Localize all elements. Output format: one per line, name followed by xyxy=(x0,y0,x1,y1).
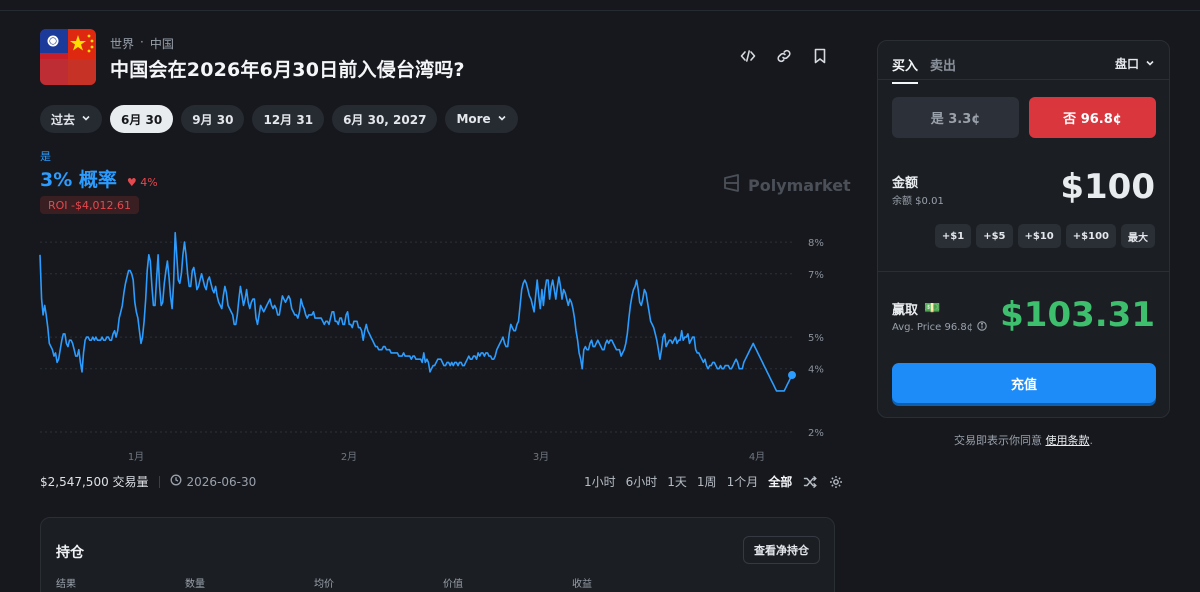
header-actions xyxy=(738,46,830,66)
chart-grid xyxy=(40,241,795,433)
polymarket-logo-icon xyxy=(722,173,742,197)
quick-add-1[interactable]: +$1 xyxy=(934,224,972,248)
terms-of-use-link[interactable]: 使用条款 xyxy=(1046,434,1090,447)
date-pill-past[interactable]: 过去 xyxy=(40,105,103,133)
tabs-divider xyxy=(878,79,1169,80)
column-profit: 收益 xyxy=(572,579,592,590)
quick-add-10[interactable]: +$10 xyxy=(1017,224,1061,248)
money-icon: 💵 xyxy=(924,301,941,316)
date-pill-sep-30[interactable]: 9月 30 xyxy=(181,105,245,133)
positions-title: 持仓 xyxy=(56,545,84,561)
chart-last-point xyxy=(788,371,796,380)
chart-y-tick-label: 4% xyxy=(808,365,824,376)
chevron-down-icon xyxy=(497,112,507,126)
quick-add-100[interactable]: +$100 xyxy=(1065,224,1116,248)
trade-divider xyxy=(878,271,1169,272)
chart-x-tick-label: 1月 xyxy=(128,451,144,463)
chart-y-tick-label: 2% xyxy=(808,428,824,439)
quick-add-5[interactable]: +$5 xyxy=(976,224,1013,248)
date-pill-dec-31[interactable]: 12月 31 xyxy=(252,105,325,133)
chart-x-tick-label: 3月 xyxy=(533,451,549,463)
date-filter: 过去 6月 30 9月 30 12月 31 6月 30, 2027 More xyxy=(40,105,518,133)
embed-icon[interactable] xyxy=(738,46,758,66)
heart-down-icon: ♥ xyxy=(126,176,137,189)
chart-x-tick-label: 4月 xyxy=(749,451,765,463)
probability-chart[interactable]: 2% 4% 5% 7% 8% 1月 2月 3月 4月 xyxy=(0,220,840,466)
date-pill-jun-30[interactable]: 6月 30 xyxy=(110,105,174,133)
column-avg-price: 均价 xyxy=(314,579,334,590)
clock-icon xyxy=(170,474,182,489)
view-net-positions-button[interactable]: 查看净持仓 xyxy=(743,536,820,564)
bookmark-icon[interactable] xyxy=(810,46,830,66)
quick-add-max[interactable]: 最大 xyxy=(1121,224,1155,248)
chart-y-axis: 2% 4% 5% 7% 8% xyxy=(808,238,824,439)
chevron-down-icon xyxy=(1145,57,1155,71)
breadcrumb-china[interactable]: 中国 xyxy=(150,35,174,52)
range-1w[interactable]: 1周 xyxy=(697,473,717,490)
column-quantity: 数量 xyxy=(185,579,205,590)
breadcrumb-separator: · xyxy=(140,35,144,49)
market-image xyxy=(40,29,96,85)
time-range-selector: 1小时 6小时 1天 1周 1个月 全部 xyxy=(584,473,844,490)
info-icon[interactable] xyxy=(977,321,987,334)
chart-footer-info: $2,547,500 交易量 2026-06-30 xyxy=(40,473,256,490)
range-all[interactable]: 全部 xyxy=(768,473,792,490)
shuffle-icon[interactable] xyxy=(802,474,818,490)
order-type-select[interactable]: 盘口 xyxy=(1115,55,1155,72)
roi-badge: ROI -$4,012.61 xyxy=(40,196,139,214)
chart-x-axis: 1月 2月 3月 4月 xyxy=(128,451,765,463)
amount-label: 金额 xyxy=(892,176,919,191)
amount-input[interactable]: $100 xyxy=(1060,167,1155,207)
win-amount: $103.31 xyxy=(1000,295,1155,335)
breadcrumb-world[interactable]: 世界 xyxy=(110,35,134,52)
range-1h[interactable]: 1小时 xyxy=(584,473,616,490)
probability-row: 3% 概率 ♥ 4% xyxy=(40,165,158,192)
volume-text: $2,547,500 交易量 xyxy=(40,475,149,489)
chart-series-line xyxy=(39,231,793,392)
market-title: 中国会在2026年6月30日前入侵台湾吗? xyxy=(110,59,465,81)
chart-y-tick-label: 8% xyxy=(808,238,824,249)
range-6h[interactable]: 6小时 xyxy=(626,473,658,490)
chart-x-tick-label: 2月 xyxy=(341,451,357,463)
chevron-down-icon xyxy=(81,112,91,126)
chart-y-tick-label: 7% xyxy=(808,270,824,281)
footer-divider xyxy=(158,475,160,488)
link-icon[interactable] xyxy=(774,46,794,66)
positions-card: 持仓 查看净持仓 结果 数量 均价 价值 收益 xyxy=(40,517,835,592)
column-value: 价值 xyxy=(443,579,463,590)
breadcrumb: 世界 · 中国 xyxy=(110,35,174,52)
date-pill-more[interactable]: More xyxy=(445,105,518,133)
top-divider xyxy=(0,10,1200,11)
balance-text: 余额 $0.01 xyxy=(892,196,944,207)
deposit-button[interactable]: 充值 xyxy=(892,363,1156,403)
trade-panel: 买入 卖出 盘口 是 3.3¢ 否 96.8¢ 金额 余额 $0.01 $100… xyxy=(877,40,1170,418)
end-date: 2026-06-30 xyxy=(170,474,256,489)
avg-price: Avg. Price 96.8¢ xyxy=(892,321,987,334)
range-1d[interactable]: 1天 xyxy=(667,473,687,490)
yes-outcome-button[interactable]: 是 3.3¢ xyxy=(892,97,1019,138)
probability-value: 3% 概率 xyxy=(40,169,117,191)
chart-y-tick-label: 5% xyxy=(808,333,824,344)
no-outcome-button[interactable]: 否 96.8¢ xyxy=(1029,97,1156,138)
quick-add-buttons: +$1 +$5 +$10 +$100 最大 xyxy=(934,224,1155,248)
polymarket-watermark: Polymarket xyxy=(722,173,851,197)
outcome-label: 是 xyxy=(40,150,51,163)
date-pill-jun-30-2027[interactable]: 6月 30, 2027 xyxy=(332,105,438,133)
probability-delta: ♥ 4% xyxy=(126,176,158,189)
win-label: 赢取 💵 xyxy=(892,301,941,318)
terms-notice: 交易即表示你同意 使用条款. xyxy=(954,434,1093,447)
column-outcome: 结果 xyxy=(56,579,76,590)
range-1m[interactable]: 1个月 xyxy=(727,473,759,490)
gear-icon[interactable] xyxy=(828,474,844,490)
